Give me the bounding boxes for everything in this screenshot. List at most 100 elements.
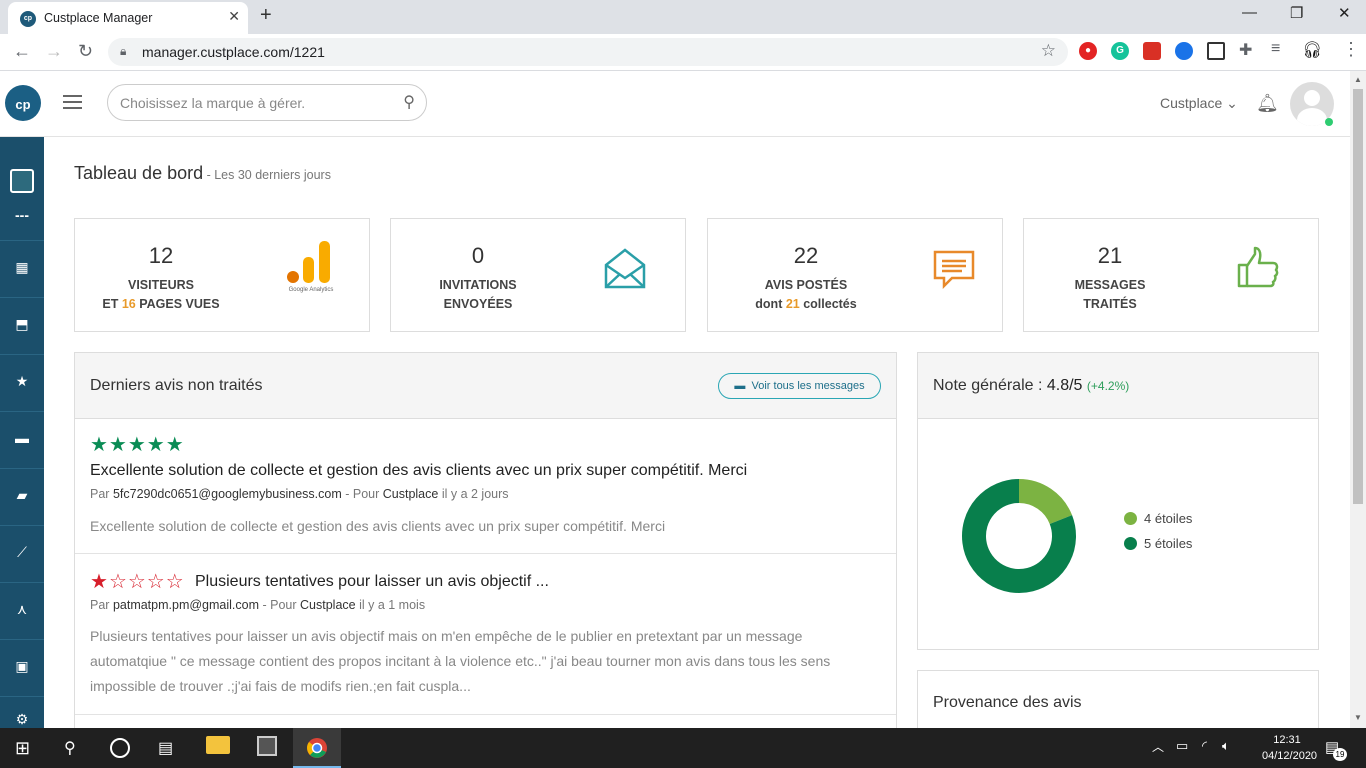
cortana-icon[interactable] <box>110 738 130 758</box>
rating-panel-title: Note générale : 4.8/5 (+4.2%) <box>933 377 1130 394</box>
restore-icon[interactable]: ❐ <box>1290 4 1303 22</box>
forward-icon[interactable]: → <box>45 41 63 62</box>
review-meta: Par 5fc7290dc0651@googlemybusiness.com -… <box>90 487 509 501</box>
donut-slice-0[interactable] <box>1018 479 1073 525</box>
review-item[interactable]: ★☆☆☆☆ Plusieurs tentatives pour laisser … <box>75 554 896 715</box>
network-icon: ⋏ <box>16 601 28 617</box>
sidebar-item-dashboard[interactable]: ▦ <box>0 241 44 298</box>
review-title[interactable]: Plusieurs tentatives pour laisser un avi… <box>195 573 549 591</box>
sidebar-item-network[interactable]: ⋏ <box>0 583 44 640</box>
google-analytics-icon: Google Analytics <box>281 239 341 299</box>
chevron-down-icon: ⌄ <box>1226 95 1238 111</box>
bot-icon: ▣ <box>15 658 29 674</box>
inbox-icon: ▬ <box>734 380 746 392</box>
notification-bell-icon[interactable]: 🔔︎ <box>1256 93 1279 114</box>
browser-menu-icon[interactable]: ⋮ <box>1342 39 1360 60</box>
thumbs-up-icon <box>1236 245 1280 294</box>
inbox-icon: ⬒ <box>15 316 29 332</box>
wifi-icon[interactable]: ◜ <box>1202 738 1207 754</box>
minimize-icon[interactable]: — <box>1242 4 1257 21</box>
file-explorer-icon[interactable] <box>206 736 230 754</box>
chrome-taskbar-button[interactable] <box>293 728 341 768</box>
legend-item-1[interactable]: 5 étoiles <box>1124 536 1304 551</box>
back-icon[interactable]: ← <box>13 41 31 62</box>
review-title[interactable]: Excellente solution de collecte et gesti… <box>90 462 747 480</box>
view-all-messages-button[interactable]: ▬ Voir tous les messages <box>718 373 881 399</box>
media-queue-icon[interactable]: ≡ <box>1271 40 1280 58</box>
sidebar-item-stats[interactable]: ⟋ <box>0 526 44 583</box>
pip-extension-icon[interactable] <box>1207 42 1225 60</box>
address-bar[interactable]: 🔒︎ manager.custplace.com/1221 ☆ <box>108 38 1068 66</box>
online-status-dot <box>1325 118 1333 126</box>
review-item[interactable]: ★★★★★ Excellente solution de collecte et… <box>75 420 896 554</box>
brand-dropdown[interactable]: Custplace ⌄ <box>1160 95 1238 112</box>
sidebar: --- ▦ ⬒ ★ ▬ ▰ ⟋ ⋏ ▣ ⚙ <box>0 137 44 728</box>
hamburger-menu-icon[interactable] <box>63 95 82 113</box>
store-icon[interactable] <box>257 736 277 756</box>
bookmark-star-icon[interactable]: ☆ <box>1041 41 1056 61</box>
close-window-icon[interactable]: ✕ <box>1338 4 1351 22</box>
grammarly-extension-icon[interactable]: G <box>1111 42 1129 60</box>
time: 12:31 <box>1273 734 1301 746</box>
sidebar-item-inbox[interactable]: ⬒ <box>0 298 44 355</box>
sidebar-item-store[interactable]: ▬ <box>0 412 44 469</box>
scrollbar-thumb[interactable] <box>1353 89 1363 504</box>
adblock-extension-icon[interactable]: ● <box>1079 42 1097 60</box>
brand-search-input[interactable]: Choisissez la marque à gérer. ⚲ <box>107 84 427 121</box>
search-icon[interactable]: ⚲ <box>64 738 76 758</box>
sidebar-item-reviews[interactable]: ★ <box>0 355 44 412</box>
clock[interactable]: 12:31 04/12/2020 <box>1262 732 1317 764</box>
search-placeholder: Choisissez la marque à gérer. <box>120 95 306 111</box>
page-scrollbar[interactable]: ▲ ▼ <box>1350 71 1366 728</box>
ga-caption: Google Analytics <box>288 287 334 293</box>
legend-dot <box>1124 512 1137 525</box>
todoist-extension-icon[interactable] <box>1143 42 1161 60</box>
volume-icon[interactable]: 🔈︎ <box>1222 738 1230 754</box>
sidebar-item-folder[interactable]: ▰ <box>0 469 44 526</box>
search-icon[interactable]: ⚲ <box>403 92 415 112</box>
gear-icon: ⚙ <box>15 711 29 727</box>
app-header: cp Choisissez la marque à gérer. ⚲ Custp… <box>0 71 1350 137</box>
sidebar-item-bot[interactable]: ▣ <box>0 640 44 697</box>
star-icon: ★ <box>15 373 29 389</box>
chrome-icon <box>307 738 327 758</box>
task-view-icon[interactable]: ▤ <box>158 738 173 758</box>
review-body: Plusieurs tentatives pour laisser un avi… <box>90 628 831 694</box>
dashboard-icon: ▦ <box>15 259 29 275</box>
stat-card-messages: 21 MESSAGES TRAITÉS <box>1023 218 1319 332</box>
chevron-up-icon[interactable]: ︿ <box>1152 738 1164 755</box>
sidebar-item-more[interactable]: --- <box>0 201 44 241</box>
custplace-logo[interactable]: cp <box>5 85 41 121</box>
battery-icon[interactable]: ▭ <box>1176 738 1188 754</box>
reviews-panel-header: Derniers avis non traités ▬ Voir tous le… <box>75 353 896 419</box>
store-icon: ▬ <box>15 430 29 446</box>
sidebar-item-brand-logo[interactable] <box>0 151 44 201</box>
windows-start-icon[interactable]: ⊞ <box>15 738 30 759</box>
date: 04/12/2020 <box>1262 750 1318 762</box>
scroll-up-icon: ▲ <box>1354 75 1362 84</box>
stat-label: AVIS POSTÉS dont 21 collectés <box>755 278 857 311</box>
legend-label: 5 étoiles <box>1144 536 1193 551</box>
page-title-text: Tableau de bord <box>74 163 204 183</box>
rating-panel: Note générale : 4.8/5 (+4.2%) 4 étoiles 5… <box>917 352 1319 650</box>
legend-label: 4 étoiles <box>1144 511 1193 526</box>
url-text: manager.custplace.com/1221 <box>142 44 325 60</box>
reload-icon[interactable]: ↻ <box>78 41 93 62</box>
stat-label: VISITEURS ET 16 PAGES VUES <box>102 278 220 311</box>
headphones-icon[interactable]: 🎧︎ <box>1302 40 1322 60</box>
notification-count: 19 <box>1333 748 1347 761</box>
new-tab-icon[interactable]: + <box>260 4 272 27</box>
rating-stars: ★☆☆☆☆ <box>90 571 185 593</box>
close-tab-icon[interactable]: ✕ <box>228 8 240 25</box>
extensions-puzzle-icon[interactable]: ✚ <box>1239 40 1252 60</box>
legend-dot <box>1124 537 1137 550</box>
page-subtitle: - Les 30 derniers jours <box>203 168 331 182</box>
rating-donut-chart <box>962 479 1076 593</box>
rating-stars: ★★★★★ <box>90 434 185 456</box>
browser-tab[interactable]: cp Custplace Manager ✕ <box>8 2 248 34</box>
legend-item-0[interactable]: 4 étoiles <box>1124 511 1304 526</box>
browser-toolbar: ← → ↻ 🔒︎ manager.custplace.com/1221 ☆ ● … <box>0 34 1366 97</box>
edge-extension-icon[interactable] <box>1175 42 1193 60</box>
folder-icon: ▰ <box>16 487 28 503</box>
brand-name: Custplace <box>1160 95 1223 111</box>
